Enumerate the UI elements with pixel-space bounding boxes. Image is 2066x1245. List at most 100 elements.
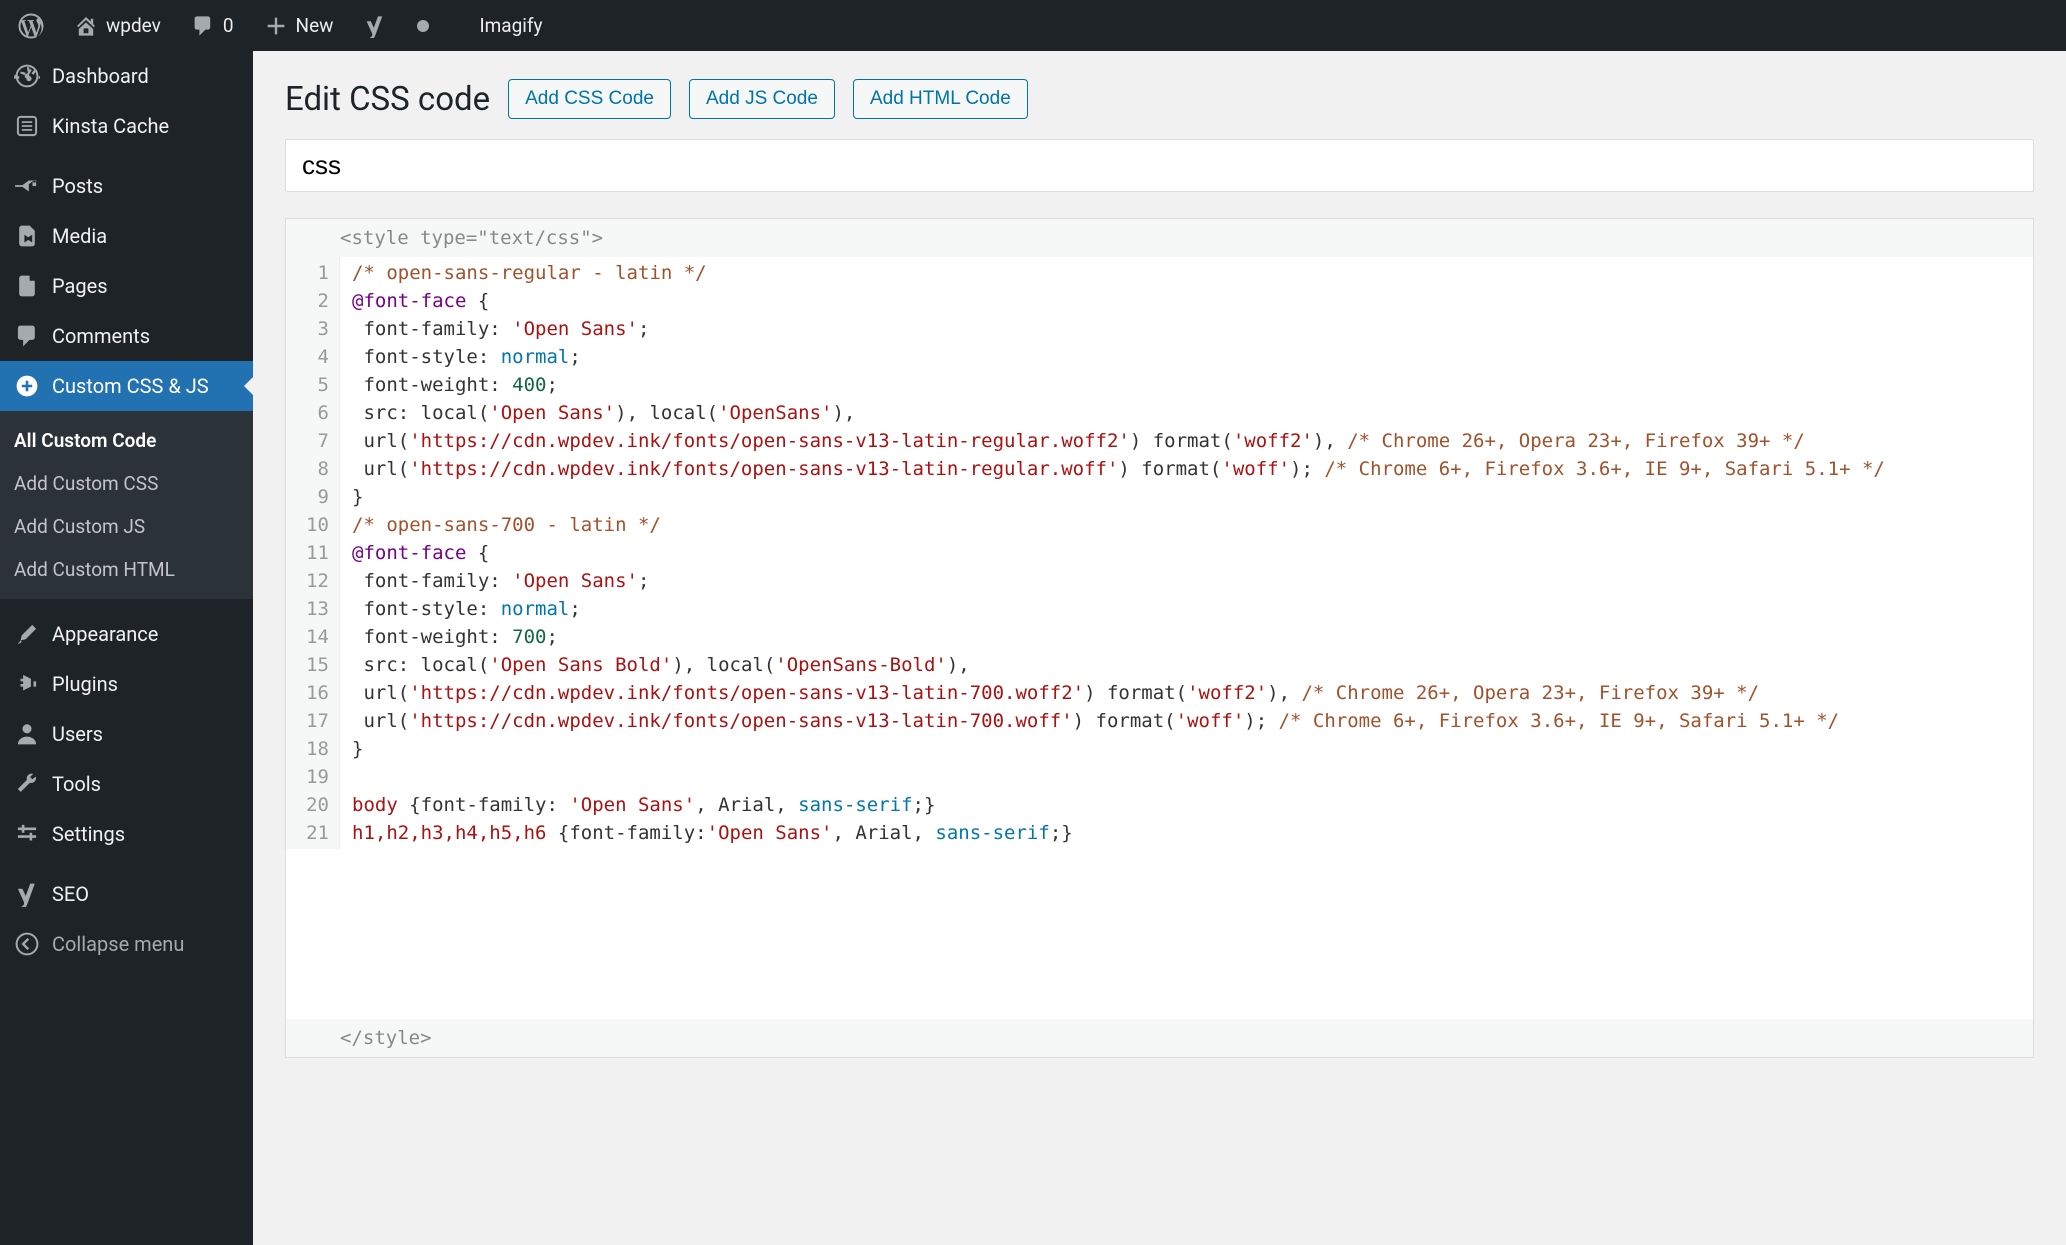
code-line[interactable]: url('https://cdn.wpdev.ink/fonts/open-sa… [352,707,2021,735]
menu-label: Appearance [52,622,158,646]
code-line[interactable]: url('https://cdn.wpdev.ink/fonts/open-sa… [352,427,2021,455]
add-html-button[interactable]: Add HTML Code [853,79,1028,119]
menu-label: Kinsta Cache [52,114,169,138]
comments-count: 0 [223,14,234,37]
code-lines-area[interactable]: /* open-sans-regular - latin */@font-fac… [340,257,2033,849]
line-number: 19 [286,763,329,791]
sidebar-item-plugins[interactable]: Plugins [0,659,253,709]
sidebar-item-customcss[interactable]: Custom CSS & JS [0,361,253,411]
yoast-link[interactable] [355,0,395,51]
menu-label: Pages [52,274,108,298]
line-number: 5 [286,371,329,399]
sidebar-item-appearance[interactable]: Appearance [0,609,253,659]
line-number: 1 [286,259,329,287]
plugin-icon [14,671,40,697]
imagify-link[interactable]: Imagify [471,0,550,51]
line-number: 17 [286,707,329,735]
menu-label: Comments [52,324,150,348]
comments-icon [191,14,215,38]
submenu-customcss: All Custom Code Add Custom CSS Add Custo… [0,411,253,599]
line-number: 6 [286,399,329,427]
line-number: 21 [286,819,329,847]
code-line[interactable]: font-family: 'Open Sans'; [352,567,2021,595]
line-number: 14 [286,623,329,651]
pages-icon [14,273,40,299]
menu-label: SEO [52,882,89,906]
code-line[interactable]: } [352,483,2021,511]
menu-label: Dashboard [52,64,149,88]
code-line[interactable]: body {font-family: 'Open Sans', Arial, s… [352,791,2021,819]
sidebar-item-dashboard[interactable]: Dashboard [0,51,253,101]
sidebar-item-users[interactable]: Users [0,709,253,759]
code-line[interactable]: /* open-sans-regular - latin */ [352,259,2021,287]
code-line[interactable]: url('https://cdn.wpdev.ink/fonts/open-sa… [352,679,2021,707]
line-number: 4 [286,343,329,371]
code-line[interactable]: font-style: normal; [352,595,2021,623]
sidebar-item-collapse[interactable]: Collapse menu [0,919,253,969]
menu-label: Custom CSS & JS [52,374,209,398]
menu-label: Tools [52,772,101,796]
sidebar-item-kinsta[interactable]: Kinsta Cache [0,101,253,151]
line-number-gutter: 123456789101112131415161718192021 [286,257,340,849]
code-line[interactable]: font-family: 'Open Sans'; [352,315,2021,343]
home-icon [74,14,98,38]
add-css-button[interactable]: Add CSS Code [508,79,671,119]
line-number: 9 [286,483,329,511]
sidebar-item-pages[interactable]: Pages [0,261,253,311]
code-line[interactable]: @font-face { [352,539,2021,567]
code-line[interactable]: src: local('Open Sans Bold'), local('Ope… [352,651,2021,679]
sidebar-item-media[interactable]: Media [0,211,253,261]
code-line[interactable]: /* open-sans-700 - latin */ [352,511,2021,539]
dashboard-icon [14,63,40,89]
sidebar-item-settings[interactable]: Settings [0,809,253,859]
imagify-label: Imagify [479,14,542,37]
submenu-item-addcss[interactable]: Add Custom CSS [0,462,253,505]
add-js-button[interactable]: Add JS Code [689,79,835,119]
line-number: 16 [286,679,329,707]
code-title-input[interactable] [285,139,2034,192]
wp-logo-menu[interactable] [10,0,52,51]
status-indicator[interactable] [409,0,437,51]
line-number: 12 [286,567,329,595]
user-icon [14,721,40,747]
code-line[interactable]: @font-face { [352,287,2021,315]
yoast-icon [363,14,387,38]
code-line[interactable]: font-style: normal; [352,343,2021,371]
menu-label: Collapse menu [52,932,184,956]
kinsta-icon [14,113,40,139]
line-number: 20 [286,791,329,819]
media-icon [14,223,40,249]
sidebar-item-posts[interactable]: Posts [0,161,253,211]
code-body: 123456789101112131415161718192021 /* ope… [286,257,2033,849]
submenu-item-addhtml[interactable]: Add Custom HTML [0,548,253,591]
code-line[interactable]: src: local('Open Sans'), local('OpenSans… [352,399,2021,427]
sidebar-item-comments[interactable]: Comments [0,311,253,361]
menu-label: Users [52,722,103,746]
line-number: 13 [286,595,329,623]
admin-sidebar: Dashboard Kinsta Cache Posts Media Pages… [0,51,253,1245]
comments-link[interactable]: 0 [183,0,242,51]
submenu-item-all[interactable]: All Custom Code [0,419,253,462]
code-line[interactable]: h1,h2,h3,h4,h5,h6 {font-family:'Open San… [352,819,2021,847]
sidebar-item-seo[interactable]: SEO [0,869,253,919]
submenu-item-addjs[interactable]: Add Custom JS [0,505,253,548]
brush-icon [14,621,40,647]
page-title: Edit CSS code [285,80,490,119]
new-content-link[interactable]: New [256,0,342,51]
pin-icon [14,173,40,199]
style-close-tag: </style> [286,1019,2033,1057]
line-number: 18 [286,735,329,763]
code-line[interactable]: font-weight: 700; [352,623,2021,651]
sidebar-item-tools[interactable]: Tools [0,759,253,809]
plus-circle-icon [14,373,40,399]
css-code-editor[interactable]: <style type="text/css"> 1234567891011121… [285,218,2034,1058]
code-line[interactable]: font-weight: 400; [352,371,2021,399]
code-line[interactable]: url('https://cdn.wpdev.ink/fonts/open-sa… [352,455,2021,483]
comments-icon [14,323,40,349]
menu-label: Settings [52,822,125,846]
code-line[interactable] [352,763,2021,791]
site-link[interactable]: wpdev [66,0,169,51]
menu-label: Media [52,224,107,248]
code-line[interactable]: } [352,735,2021,763]
menu-label: Posts [52,174,103,198]
